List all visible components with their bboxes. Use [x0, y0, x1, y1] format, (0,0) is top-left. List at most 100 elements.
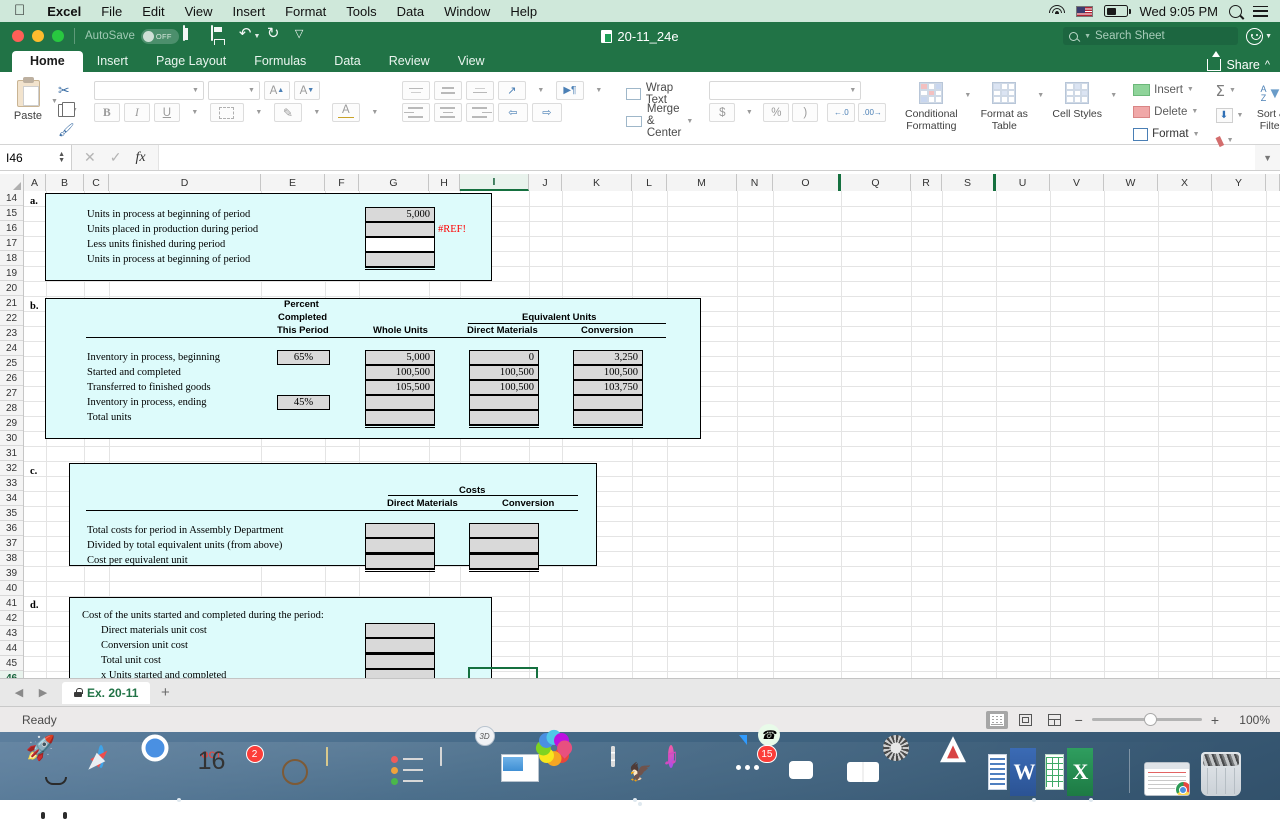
column-header-U[interactable]: U [996, 174, 1050, 191]
autosum-button[interactable]: Σ▼ [1216, 80, 1244, 101]
shrink-font-button[interactable]: A▼ [294, 81, 320, 100]
menu-item-data[interactable]: Data [387, 4, 434, 19]
underline-dropdown-icon[interactable]: ▼ [184, 103, 206, 122]
copy-icon[interactable] [58, 104, 69, 117]
decrease-decimal-icon[interactable]: ←.0 [827, 103, 855, 122]
delete-cells-button[interactable]: Delete ▼ [1133, 102, 1198, 121]
align-center-button[interactable] [434, 103, 462, 122]
column-header-W[interactable]: W [1104, 174, 1158, 191]
format-dropdown-icon[interactable]: ▼ [1193, 131, 1200, 138]
delete-dropdown-icon[interactable]: ▼ [1191, 108, 1198, 115]
tab-page-layout[interactable]: Page Layout [142, 51, 240, 72]
account-smiley-icon[interactable] [1246, 28, 1263, 45]
row-header-19[interactable]: 19 [0, 266, 23, 281]
customize-toolbar-icon[interactable]: ▽ [295, 26, 315, 46]
row-header-20[interactable]: 20 [0, 281, 23, 296]
row-header-14[interactable]: 14 [0, 191, 23, 206]
page-layout-view-icon[interactable] [1015, 711, 1037, 729]
align-bottom-button[interactable] [466, 81, 494, 100]
row-header-25[interactable]: 25 [0, 356, 23, 371]
close-window-button[interactable] [12, 30, 24, 42]
decrease-indent-icon[interactable]: ⇦ [498, 103, 528, 122]
section-c-conv-2[interactable] [469, 554, 539, 569]
increase-decimal-icon[interactable]: .00→ [858, 103, 886, 122]
battery-icon[interactable] [1104, 5, 1128, 17]
window-controls[interactable] [8, 30, 64, 42]
apple-icon[interactable]:  [8, 3, 37, 20]
column-header-C[interactable]: C [84, 174, 109, 191]
section-b-conv-4[interactable] [573, 410, 643, 425]
section-b-dm-3[interactable] [469, 395, 539, 410]
tab-data[interactable]: Data [320, 51, 374, 72]
section-a-input-0[interactable]: 5,000 [365, 207, 435, 222]
orientation-dropdown-icon[interactable]: ▼ [530, 81, 552, 100]
currency-format-button[interactable]: $ [709, 103, 735, 122]
fill-button[interactable]: ⬇▼ [1216, 105, 1244, 126]
section-b-dm-2[interactable]: 100,500 [469, 380, 539, 395]
increase-indent-icon[interactable]: ⇨ [532, 103, 562, 122]
column-header-R[interactable]: R [911, 174, 942, 191]
dock-item-messages[interactable]: 15 [725, 748, 773, 796]
confirm-check-icon[interactable]: ✓ [110, 149, 122, 166]
paste-dropdown-icon[interactable]: ▼ [51, 98, 58, 105]
menu-item-tools[interactable]: Tools [336, 4, 386, 19]
dock-item-minimized-window[interactable] [1144, 748, 1192, 796]
column-header-O[interactable]: O [773, 174, 841, 191]
insert-cells-button[interactable]: Insert ▼ [1133, 80, 1194, 99]
clear-dropdown-icon[interactable]: ▼ [1227, 137, 1234, 144]
borders-dropdown-icon[interactable]: ▼ [248, 103, 270, 122]
row-header-42[interactable]: 42 [0, 611, 23, 626]
fill-dropdown-icon[interactable]: ▼ [1237, 112, 1244, 119]
column-header-K[interactable]: K [562, 174, 632, 191]
column-header-B[interactable]: B [46, 174, 84, 191]
dock-item-chrome[interactable] [155, 748, 203, 796]
section-a-input-2[interactable] [365, 237, 435, 252]
menu-item-edit[interactable]: Edit [132, 4, 174, 19]
autosave-switch[interactable]: OFF [141, 29, 179, 44]
number-format-select[interactable]: ▼ [709, 81, 861, 100]
align-left-button[interactable] [402, 103, 430, 122]
column-header-A[interactable]: A [24, 174, 46, 191]
row-header-44[interactable]: 44 [0, 641, 23, 656]
maximize-window-button[interactable] [52, 30, 64, 42]
percent-format-button[interactable]: % [763, 103, 789, 122]
column-header-I[interactable]: I [460, 174, 529, 191]
section-b-whole-3[interactable] [365, 395, 435, 410]
row-header-28[interactable]: 28 [0, 401, 23, 416]
column-header-Q[interactable]: Q [841, 174, 911, 191]
section-c-dm-1[interactable] [365, 538, 435, 553]
format-as-table-button[interactable]: Format as Table [975, 80, 1033, 132]
underline-button[interactable]: U [154, 103, 180, 122]
merge-dropdown-icon[interactable]: ▼ [686, 118, 693, 125]
name-box-stepper[interactable]: ▲▼ [58, 152, 65, 164]
grow-font-button[interactable]: A▲ [264, 81, 290, 100]
insert-function-fx-icon[interactable]: fx [135, 150, 145, 166]
column-header-L[interactable]: L [632, 174, 667, 191]
us-flag-icon[interactable] [1076, 6, 1093, 17]
formula-input[interactable] [158, 145, 1256, 170]
menu-app-name[interactable]: Excel [37, 4, 91, 19]
section-c-conv-1[interactable] [469, 538, 539, 553]
row-header-23[interactable]: 23 [0, 326, 23, 341]
section-a-input-3[interactable] [365, 252, 435, 267]
comma-format-button[interactable]: ) [792, 103, 818, 122]
section-b-conv-3[interactable] [573, 395, 643, 410]
dock-item-excel[interactable] [1067, 748, 1115, 796]
column-header-S[interactable]: S [942, 174, 996, 191]
section-b-dm-1[interactable]: 100,500 [469, 365, 539, 380]
cancel-x-icon[interactable]: ✕ [84, 149, 96, 166]
dock-item-photos[interactable] [554, 748, 602, 796]
insert-dropdown-icon[interactable]: ▼ [1187, 86, 1194, 93]
sheet-tab-ex-20-11[interactable]: Ex. 20-11 [62, 682, 150, 704]
dock-item-ibooks[interactable] [839, 748, 887, 796]
new-document-icon[interactable] [183, 26, 203, 46]
bold-button[interactable]: B [94, 103, 120, 122]
column-header-E[interactable]: E [261, 174, 325, 191]
dock-item-mail-3d[interactable]: 3D [497, 748, 545, 796]
menu-item-help[interactable]: Help [500, 4, 547, 19]
row-header-45[interactable]: 45 [0, 656, 23, 671]
menu-item-format[interactable]: Format [275, 4, 336, 19]
column-header-G[interactable]: G [359, 174, 429, 191]
column-header-J[interactable]: J [529, 174, 562, 191]
section-d-input-2[interactable] [365, 654, 435, 669]
